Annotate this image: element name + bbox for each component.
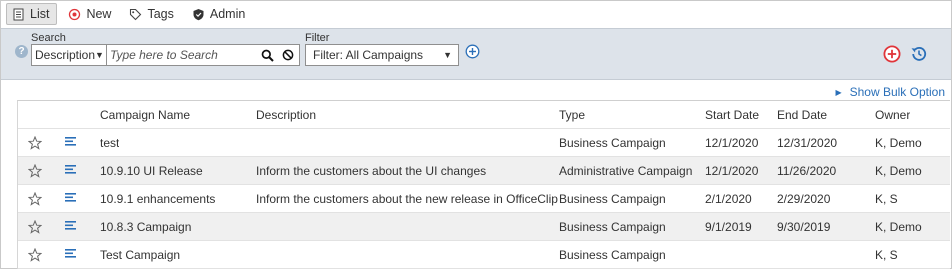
cell-type: Administrative Campaign — [559, 164, 693, 178]
cell-type: Business Campaign — [559, 220, 666, 234]
cell-owner: K, Demo — [875, 164, 922, 178]
search-input[interactable] — [107, 45, 255, 65]
details-list-icon[interactable] — [65, 220, 77, 232]
shield-icon — [193, 8, 204, 20]
cell-end-date: 11/26/2020 — [777, 164, 837, 178]
toolbar-tags-label: Tags — [147, 7, 174, 21]
add-filter-icon[interactable] — [465, 44, 480, 59]
cell-owner: K, Demo — [875, 136, 922, 150]
toolbar-admin-button[interactable]: Admin — [187, 3, 252, 25]
campaign-grid: Campaign Name Description Type Start Dat… — [17, 100, 950, 269]
cell-start-date: 12/1/2020 — [705, 164, 759, 178]
new-circle-icon — [69, 8, 81, 20]
toolbar-admin-label: Admin — [209, 7, 246, 21]
tag-icon — [130, 8, 142, 20]
cell-type: Business Campaign — [559, 192, 666, 206]
cell-campaign-name[interactable]: 10.9.10 UI Release — [100, 157, 203, 185]
show-bulk-option-label: Show Bulk Option — [849, 85, 945, 99]
search-label: Search — [31, 32, 66, 44]
chevron-down-icon: ▼ — [95, 50, 104, 60]
list-doc-icon — [13, 8, 24, 20]
toolbar-list-label: List — [30, 7, 50, 21]
grid-header-row: Campaign Name Description Type Start Dat… — [18, 101, 950, 129]
clear-search-icon[interactable] — [282, 49, 294, 61]
toolbar-new-label: New — [86, 7, 112, 21]
search-field-selected: Description — [35, 48, 96, 62]
column-header-description[interactable]: Description — [256, 101, 316, 129]
column-header-end-date[interactable]: End Date — [777, 101, 827, 129]
show-bulk-option-link[interactable]: ▶ Show Bulk Option — [835, 85, 945, 99]
cell-owner: K, Demo — [875, 220, 922, 234]
cell-campaign-name[interactable]: Test Campaign — [100, 241, 180, 269]
details-list-icon[interactable] — [65, 164, 77, 176]
search-filter-band: Search Filter ? Description ▼ Filter: Al… — [1, 28, 951, 80]
table-row[interactable]: 10.9.1 enhancements Inform the customers… — [18, 185, 950, 213]
history-icon[interactable] — [910, 45, 928, 63]
star-icon[interactable] — [28, 220, 42, 234]
cell-description: Inform the customers about the new relea… — [256, 192, 558, 206]
add-campaign-icon[interactable] — [883, 45, 901, 63]
cell-start-date: 9/1/2019 — [705, 220, 752, 234]
cell-owner: K, S — [875, 248, 898, 262]
table-row[interactable]: test Business Campaign 12/1/2020 12/31/2… — [18, 129, 950, 157]
column-header-campaign-name[interactable]: Campaign Name — [100, 101, 190, 129]
cell-campaign-name[interactable]: test — [100, 129, 119, 157]
cell-start-date: 12/1/2020 — [705, 136, 759, 150]
cell-type: Business Campaign — [559, 248, 666, 262]
search-box — [107, 44, 300, 66]
cell-campaign-name[interactable]: 10.9.1 enhancements — [100, 185, 215, 213]
toolbar-tags-button[interactable]: Tags — [124, 3, 180, 25]
cell-end-date: 12/31/2020 — [777, 136, 838, 150]
toolbar-list-button[interactable]: List — [6, 3, 58, 25]
filter-select[interactable]: Filter: All Campaigns ▼ — [305, 44, 459, 66]
toolbar-new-button[interactable]: New — [63, 3, 118, 25]
table-row[interactable]: 10.9.10 UI Release Inform the customers … — [18, 157, 950, 185]
help-icon[interactable]: ? — [15, 45, 28, 58]
column-header-type[interactable]: Type — [559, 101, 585, 129]
star-icon[interactable] — [28, 164, 42, 178]
cell-description: Inform the customers about the UI change… — [256, 164, 487, 178]
search-icon[interactable] — [261, 49, 274, 62]
details-list-icon[interactable] — [65, 192, 77, 204]
cell-end-date: 2/29/2020 — [777, 192, 831, 206]
column-header-owner[interactable]: Owner — [875, 101, 910, 129]
column-header-start-date[interactable]: Start Date — [705, 101, 759, 129]
table-row[interactable]: 10.8.3 Campaign Business Campaign 9/1/20… — [18, 213, 950, 241]
star-icon[interactable] — [28, 192, 42, 206]
star-icon[interactable] — [28, 248, 42, 262]
search-field-select[interactable]: Description ▼ — [31, 44, 107, 66]
chevron-down-icon: ▼ — [443, 50, 452, 60]
table-row[interactable]: Test Campaign Business Campaign K, S — [18, 241, 950, 269]
cell-start-date: 2/1/2020 — [705, 192, 752, 206]
cell-end-date: 9/30/2019 — [777, 220, 831, 234]
star-icon[interactable] — [28, 136, 42, 150]
toolbar: List New Tags Admin — [1, 1, 951, 27]
filter-selected: Filter: All Campaigns — [313, 48, 424, 62]
details-list-icon[interactable] — [65, 248, 77, 260]
details-list-icon[interactable] — [65, 136, 77, 148]
cell-type: Business Campaign — [559, 136, 666, 150]
triangle-right-icon: ▶ — [835, 87, 842, 97]
filter-label: Filter — [305, 32, 330, 44]
cell-owner: K, S — [875, 192, 898, 206]
cell-campaign-name[interactable]: 10.8.3 Campaign — [100, 213, 191, 241]
